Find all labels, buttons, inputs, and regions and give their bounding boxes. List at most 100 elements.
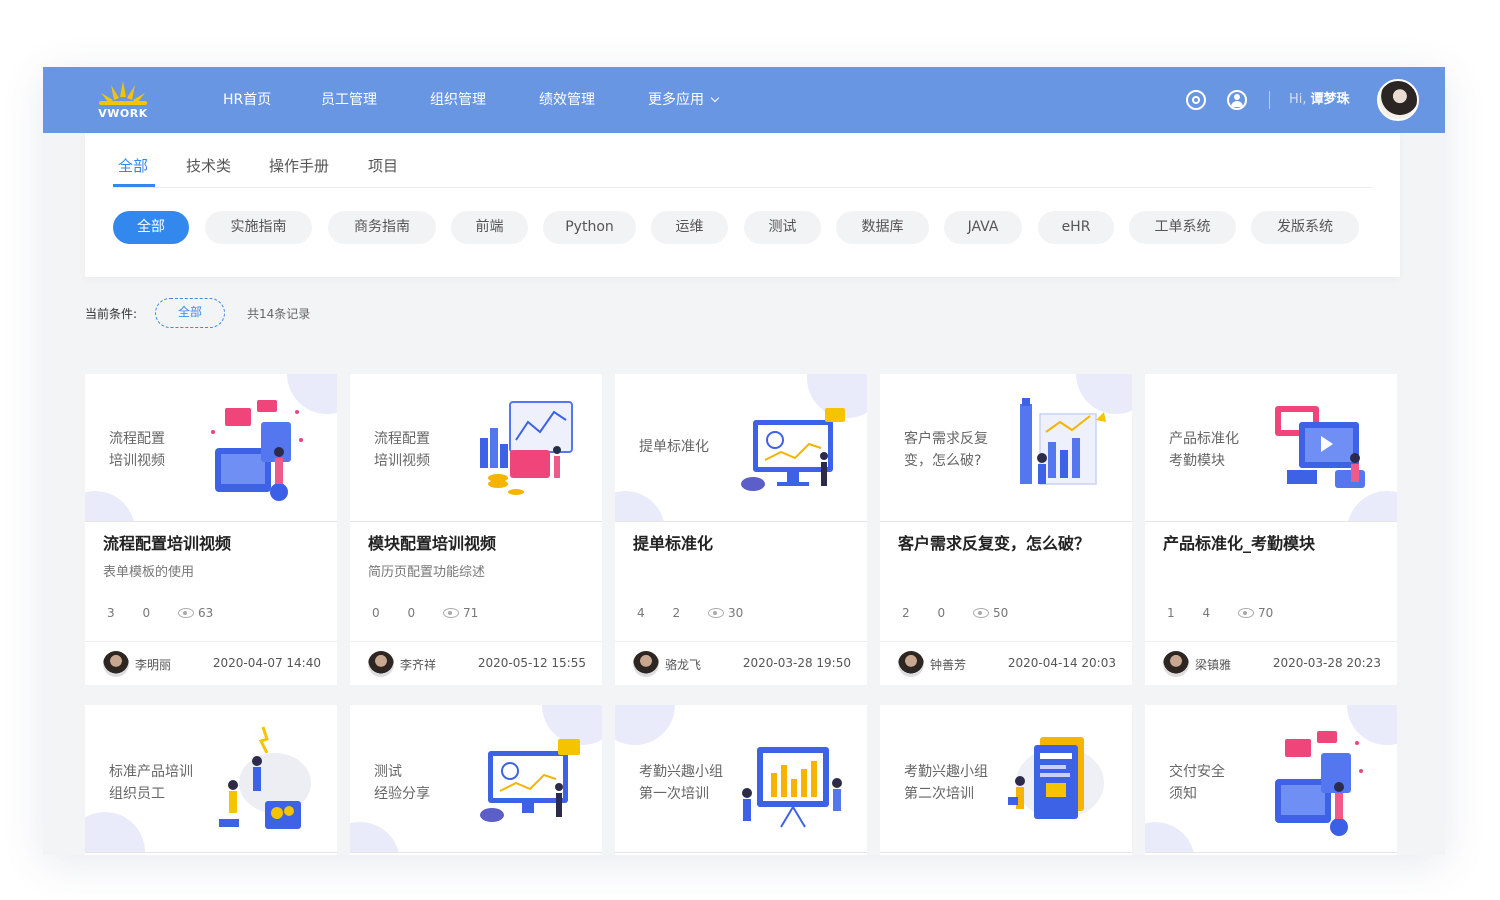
publish-date: 2020-03-28 20:23 xyxy=(1272,656,1381,670)
like-count[interactable]: 3 xyxy=(107,606,115,620)
top-navbar: VWORK HR首页 员工管理 组织管理 绩效管理 更多应用 Hi, 谭梦珠 xyxy=(43,67,1445,133)
chip-all[interactable]: 全部 xyxy=(113,211,189,244)
chip-implementation-guide[interactable]: 实施指南 xyxy=(205,211,312,244)
card-cover: 提单标准化 xyxy=(615,374,867,522)
author-avatar[interactable] xyxy=(368,651,394,677)
cover-title: 流程配置 培训视频 xyxy=(374,428,484,472)
condition-label: 当前条件: xyxy=(85,307,138,321)
cover-line: 提单标准化 xyxy=(639,439,709,455)
view-count-wrap: 63 xyxy=(177,606,214,620)
view-count: 30 xyxy=(727,606,744,620)
dashboard-illustration-icon xyxy=(1275,406,1365,488)
card-stats: 3 0 63 xyxy=(107,606,237,620)
card-cover: 客户需求反复 变，怎么破? xyxy=(880,374,1132,522)
user-avatar[interactable] xyxy=(1377,79,1419,121)
publish-date: 2020-05-12 15:55 xyxy=(477,656,586,670)
chip-python[interactable]: Python xyxy=(543,211,636,244)
publish-date: 2020-03-28 19:50 xyxy=(742,656,851,670)
cover-title: 提单标准化 xyxy=(639,436,749,458)
chip-ticket-system[interactable]: 工单系统 xyxy=(1129,211,1236,244)
article-card[interactable]: 测试 经验分享 xyxy=(350,705,602,855)
author-name[interactable]: 李明丽 xyxy=(135,656,171,673)
article-card[interactable]: 考勤兴趣小组 第一次培训 xyxy=(615,705,867,855)
author-avatar[interactable] xyxy=(103,651,129,677)
chip-ops[interactable]: 运维 xyxy=(651,211,728,244)
author-avatar[interactable] xyxy=(1163,651,1189,677)
cover-line: 考勤模块 xyxy=(1169,453,1225,469)
article-card[interactable]: 流程配置 培训视频 流程配置培训视频 表单模板的使用 3 0 63 李明丽 202 xyxy=(85,374,337,685)
nav-more-apps[interactable]: 更多应用 xyxy=(648,67,720,133)
article-card[interactable]: 标准产品培训 组织员工 xyxy=(85,705,337,855)
tab-all[interactable]: 全部 xyxy=(118,155,148,176)
vwork-logo[interactable]: VWORK xyxy=(93,79,153,121)
article-card[interactable]: 流程配置 培训视频 模块配置培训视频 简历页配置功能综述 0 0 71 李齐祥 2… xyxy=(350,374,602,685)
author-name[interactable]: 骆龙飞 xyxy=(665,656,701,673)
chip-release-system[interactable]: 发版系统 xyxy=(1251,211,1359,244)
article-card[interactable]: 产品标准化 考勤模块 产品标准化_考勤模块 1 4 70 梁镇雅 2020-03-… xyxy=(1145,374,1397,685)
like-count[interactable]: 2 xyxy=(902,606,910,620)
condition-chip-all[interactable]: 全部 xyxy=(155,298,225,328)
logo-text: VWORK xyxy=(98,107,148,120)
cover-line: 产品标准化 xyxy=(1169,431,1239,447)
author-name[interactable]: 钟善芳 xyxy=(930,656,966,673)
author-name[interactable]: 梁镇雅 xyxy=(1195,656,1231,673)
publish-date: 2020-04-07 14:40 xyxy=(212,656,321,670)
comment-count[interactable]: 0 xyxy=(142,606,150,620)
chip-ehr[interactable]: eHR xyxy=(1038,211,1114,244)
chip-business-guide[interactable]: 商务指南 xyxy=(328,211,436,244)
cover-decoration xyxy=(85,491,135,521)
card-title[interactable]: 模块配置培训视频 xyxy=(368,530,496,554)
calculator-chart-illustration-icon xyxy=(480,401,573,495)
tab-projects[interactable]: 项目 xyxy=(368,155,398,176)
like-count[interactable]: 1 xyxy=(1167,606,1175,620)
cover-line: 客户需求反复 xyxy=(904,431,988,447)
card-title[interactable]: 流程配置培训视频 xyxy=(103,530,231,554)
article-card[interactable]: 客户需求反复 变，怎么破? 客户需求反复变，怎么破？ 2 0 50 钟善芳 202… xyxy=(880,374,1132,685)
settings-icon[interactable] xyxy=(1186,90,1206,110)
comment-count[interactable]: 4 xyxy=(1202,606,1210,620)
comment-count[interactable]: 0 xyxy=(937,606,945,620)
nav-employee-management[interactable]: 员工管理 xyxy=(321,67,377,133)
like-count[interactable]: 0 xyxy=(372,606,380,620)
eye-icon xyxy=(1237,608,1254,618)
chip-testing[interactable]: 测试 xyxy=(744,211,821,244)
view-count: 63 xyxy=(197,606,214,620)
card-subtitle: 表单模板的使用 xyxy=(103,565,195,580)
filter-panel: 全部 技术类 操作手册 项目 全部 实施指南 商务指南 前端 Python 运维… xyxy=(85,133,1400,277)
article-card[interactable]: 交付安全 须知 xyxy=(1145,705,1397,855)
tab-technical[interactable]: 技术类 xyxy=(186,155,231,176)
nav-hr-home[interactable]: HR首页 xyxy=(223,67,271,133)
author-avatar[interactable] xyxy=(633,651,659,677)
card-footer: 李齐祥 2020-05-12 15:55 xyxy=(350,641,602,685)
cover-line: 第一次培训 xyxy=(639,786,709,802)
cover-line: 经验分享 xyxy=(374,786,430,802)
nav-performance-management[interactable]: 绩效管理 xyxy=(539,67,595,133)
nav-org-management[interactable]: 组织管理 xyxy=(430,67,486,133)
card-cover: 流程配置 培训视频 xyxy=(85,374,337,522)
document-illustration-icon xyxy=(1008,737,1104,819)
article-card[interactable]: 提单标准化 提单标准化 4 2 30 骆龙飞 2020-03-28 19:50 xyxy=(615,374,867,685)
chip-frontend[interactable]: 前端 xyxy=(451,211,528,244)
card-stats: 4 2 30 xyxy=(637,606,767,620)
author-avatar[interactable] xyxy=(898,651,924,677)
like-count[interactable]: 4 xyxy=(637,606,645,620)
comment-count[interactable]: 0 xyxy=(407,606,415,620)
card-title[interactable]: 产品标准化_考勤模块 xyxy=(1163,530,1315,554)
article-card[interactable]: 考勤兴趣小组 第二次培训 xyxy=(880,705,1132,855)
cover-line: 考勤兴趣小组 xyxy=(639,764,723,780)
cover-line: 交付安全 xyxy=(1169,764,1225,780)
card-title[interactable]: 提单标准化 xyxy=(633,530,713,554)
chip-java[interactable]: JAVA xyxy=(944,211,1022,244)
author-name[interactable]: 李齐祥 xyxy=(400,656,436,673)
tab-manuals[interactable]: 操作手册 xyxy=(269,155,329,176)
comment-count[interactable]: 2 xyxy=(672,606,680,620)
card-subtitle: 简历页配置功能综述 xyxy=(368,565,486,580)
card-title[interactable]: 客户需求反复变，怎么破？ xyxy=(898,530,1090,554)
monitor-chart-illustration-icon xyxy=(741,408,845,491)
user-name: 谭梦珠 xyxy=(1310,92,1350,107)
view-count-wrap: 50 xyxy=(972,606,1008,620)
cover-title: 产品标准化 考勤模块 xyxy=(1169,428,1279,472)
chip-database[interactable]: 数据库 xyxy=(836,211,929,244)
user-icon[interactable] xyxy=(1227,90,1247,110)
cover-line: 变，怎么破? xyxy=(904,453,982,469)
